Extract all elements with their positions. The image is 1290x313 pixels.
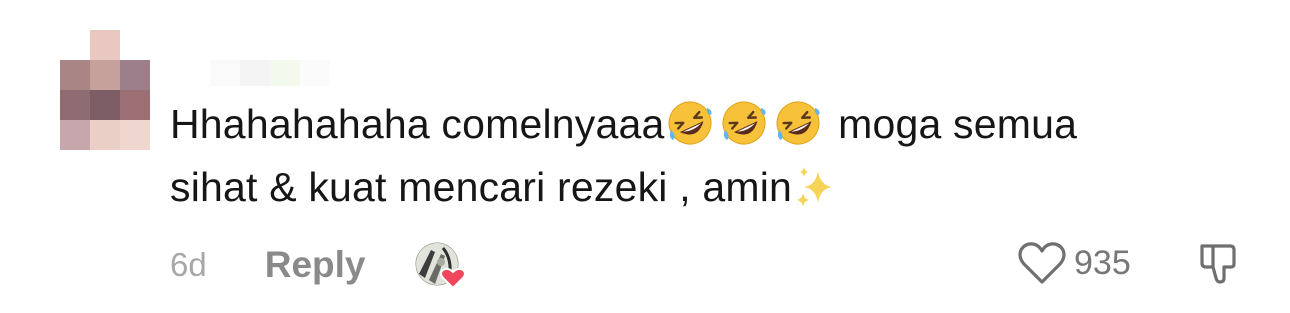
rolling-on-floor-laughing-icon	[668, 101, 711, 145]
reply-button[interactable]: Reply	[265, 244, 366, 286]
comment-meta: 6d Reply	[170, 240, 469, 290]
sparkles-icon	[797, 167, 833, 207]
comment-text-line1-end: moga semua	[838, 101, 1078, 147]
creator-liked-badge	[413, 240, 469, 290]
dislike-icon[interactable]	[1196, 240, 1242, 286]
comment-text-line2: sihat & kuat mencari rezeki , amin	[170, 164, 793, 210]
rolling-on-floor-laughing-icon	[722, 101, 765, 145]
heart-icon[interactable]	[1016, 240, 1068, 286]
comment-text-start: Hhahahahaha comelnyaaa	[170, 101, 665, 147]
heart-badge-icon	[440, 267, 467, 290]
comment-timestamp: 6d	[170, 246, 207, 283]
rolling-on-floor-laughing-icon	[776, 101, 819, 145]
like-count: 935	[1074, 243, 1131, 282]
comment-text: Hhahahahaha comelnyaaa moga semua sihat …	[170, 93, 1230, 219]
like-group[interactable]: 935	[1016, 238, 1131, 288]
avatar[interactable]	[60, 30, 150, 150]
creator-avatar-icon	[415, 242, 467, 290]
username-blurred[interactable]	[210, 60, 330, 86]
